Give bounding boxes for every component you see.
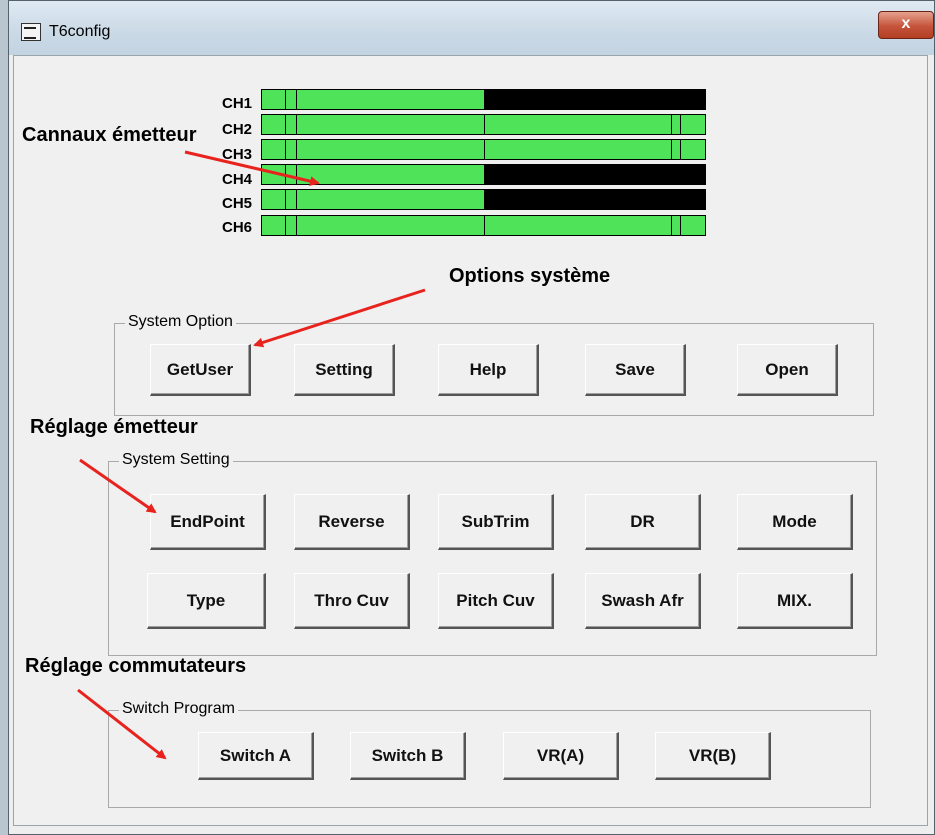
- annotation-switch-settings: Réglage commutateurs: [25, 655, 247, 677]
- dr-button[interactable]: DR: [585, 494, 701, 550]
- close-button[interactable]: x: [878, 11, 934, 39]
- system-option-legend: System Option: [125, 313, 236, 331]
- title-bar[interactable]: T6config: [9, 1, 934, 55]
- channel-label-ch3: CH3: [221, 146, 252, 163]
- annotation-channels: Cannaux émetteur: [22, 124, 197, 146]
- reverse-button[interactable]: Reverse: [294, 494, 410, 550]
- mix-button[interactable]: MIX.: [737, 573, 853, 629]
- channel-label-ch5: CH5: [221, 195, 252, 212]
- channel-bar-ch3: [261, 139, 706, 160]
- channel-bar-ch2: [261, 114, 706, 135]
- annotation-transmitter-settings: Réglage émetteur: [30, 416, 198, 438]
- channel-bar-ch5: [261, 189, 706, 210]
- channel-label-ch4: CH4: [221, 171, 252, 188]
- swash-afr-button[interactable]: Swash Afr: [585, 573, 701, 629]
- thro-cuv-button[interactable]: Thro Cuv: [294, 573, 410, 629]
- channel-bar-ch6: [261, 215, 706, 236]
- type-button[interactable]: Type: [147, 573, 266, 629]
- endpoint-button[interactable]: EndPoint: [150, 494, 266, 550]
- open-button[interactable]: Open: [737, 344, 838, 396]
- channel-bar-ch4: [261, 164, 706, 185]
- channel-label-ch2: CH2: [221, 121, 252, 138]
- channel-bar-ch1: [261, 89, 706, 110]
- save-button[interactable]: Save: [585, 344, 686, 396]
- channel-label-ch1: CH1: [221, 95, 252, 112]
- pitch-cuv-button[interactable]: Pitch Cuv: [438, 573, 554, 629]
- system-setting-legend: System Setting: [119, 451, 233, 469]
- setting-button[interactable]: Setting: [294, 344, 395, 396]
- vr-a-button[interactable]: VR(A): [503, 732, 619, 780]
- help-button[interactable]: Help: [438, 344, 539, 396]
- getuser-button[interactable]: GetUser: [150, 344, 251, 396]
- subtrim-button[interactable]: SubTrim: [438, 494, 554, 550]
- switch-program-legend: Switch Program: [119, 700, 238, 718]
- window-title: T6config: [49, 23, 111, 40]
- mode-button[interactable]: Mode: [737, 494, 853, 550]
- vr-b-button[interactable]: VR(B): [655, 732, 771, 780]
- annotation-system-options: Options système: [449, 265, 611, 287]
- switch-b-button[interactable]: Switch B: [350, 732, 466, 780]
- switch-a-button[interactable]: Switch A: [198, 732, 314, 780]
- app-icon: [21, 23, 41, 41]
- channel-label-ch6: CH6: [221, 219, 252, 236]
